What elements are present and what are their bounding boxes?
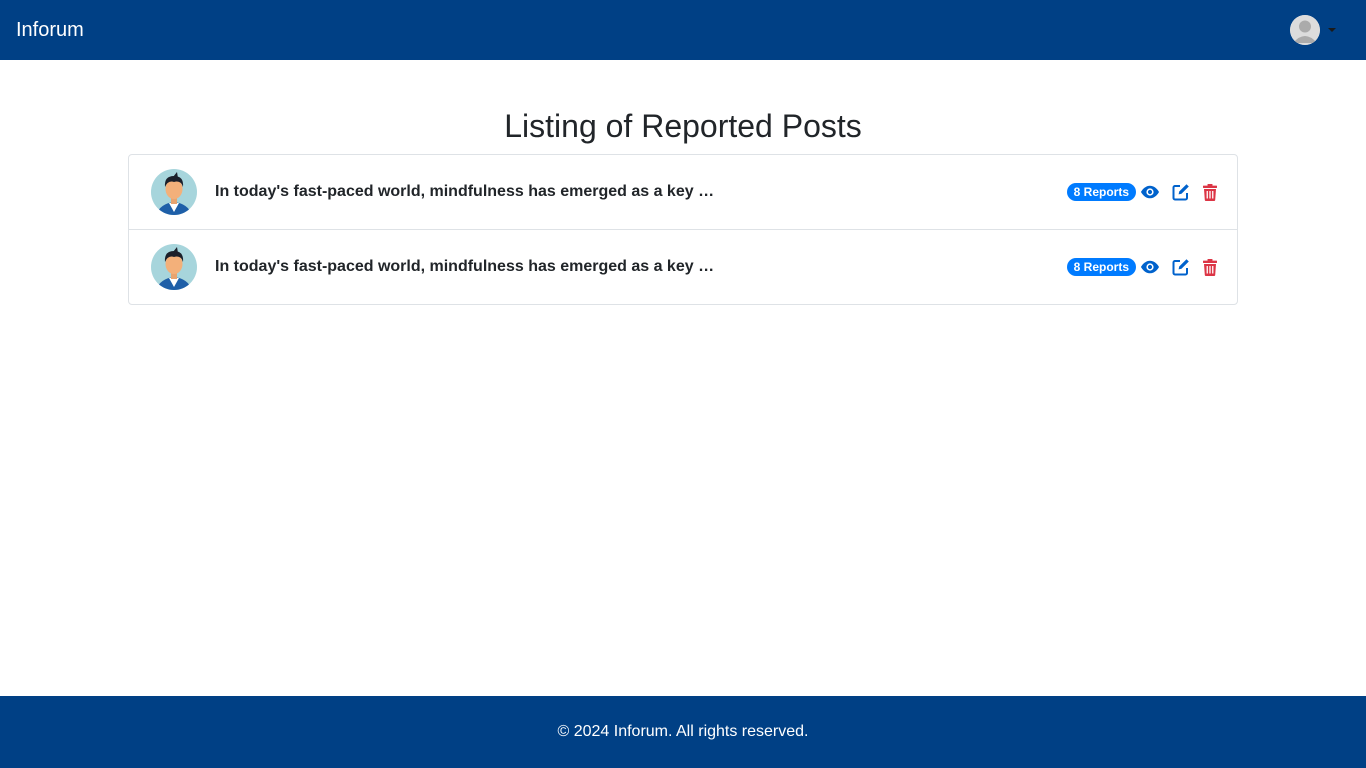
- eye-icon[interactable]: [1141, 185, 1159, 199]
- caret-down-icon: [1328, 28, 1336, 32]
- brand-link[interactable]: Inforum: [16, 19, 84, 42]
- reported-post-item: In today's fast-paced world, mindfulness…: [128, 154, 1238, 230]
- eye-icon[interactable]: [1141, 260, 1159, 274]
- page-footer: © 2024 Inforum. All rights reserved.: [0, 696, 1366, 768]
- reports-count-badge[interactable]: 8 Reports: [1066, 183, 1136, 201]
- reported-post-item: In today's fast-paced world, mindfulness…: [128, 229, 1238, 305]
- reported-posts-list: In today's fast-paced world, mindfulness…: [128, 154, 1238, 305]
- footer-copyright: © 2024 Inforum. All rights reserved.: [557, 723, 809, 740]
- author-avatar-icon: [151, 168, 197, 216]
- edit-icon[interactable]: [1172, 183, 1190, 201]
- page-title: Listing of Reported Posts: [504, 108, 862, 144]
- edit-icon[interactable]: [1172, 258, 1190, 276]
- trash-icon[interactable]: [1203, 258, 1217, 276]
- post-actions: 8 Reports: [1066, 183, 1217, 201]
- post-actions: 8 Reports: [1066, 258, 1217, 276]
- author-avatar-icon: [151, 243, 197, 291]
- post-excerpt[interactable]: In today's fast-paced world, mindfulness…: [215, 258, 715, 276]
- reports-count-badge[interactable]: 8 Reports: [1066, 258, 1136, 276]
- trash-icon[interactable]: [1203, 183, 1217, 201]
- user-avatar-icon: [1290, 15, 1320, 45]
- post-excerpt[interactable]: In today's fast-paced world, mindfulness…: [215, 183, 715, 201]
- top-navbar: Inforum: [0, 0, 1366, 60]
- user-menu-toggle[interactable]: [1290, 15, 1336, 45]
